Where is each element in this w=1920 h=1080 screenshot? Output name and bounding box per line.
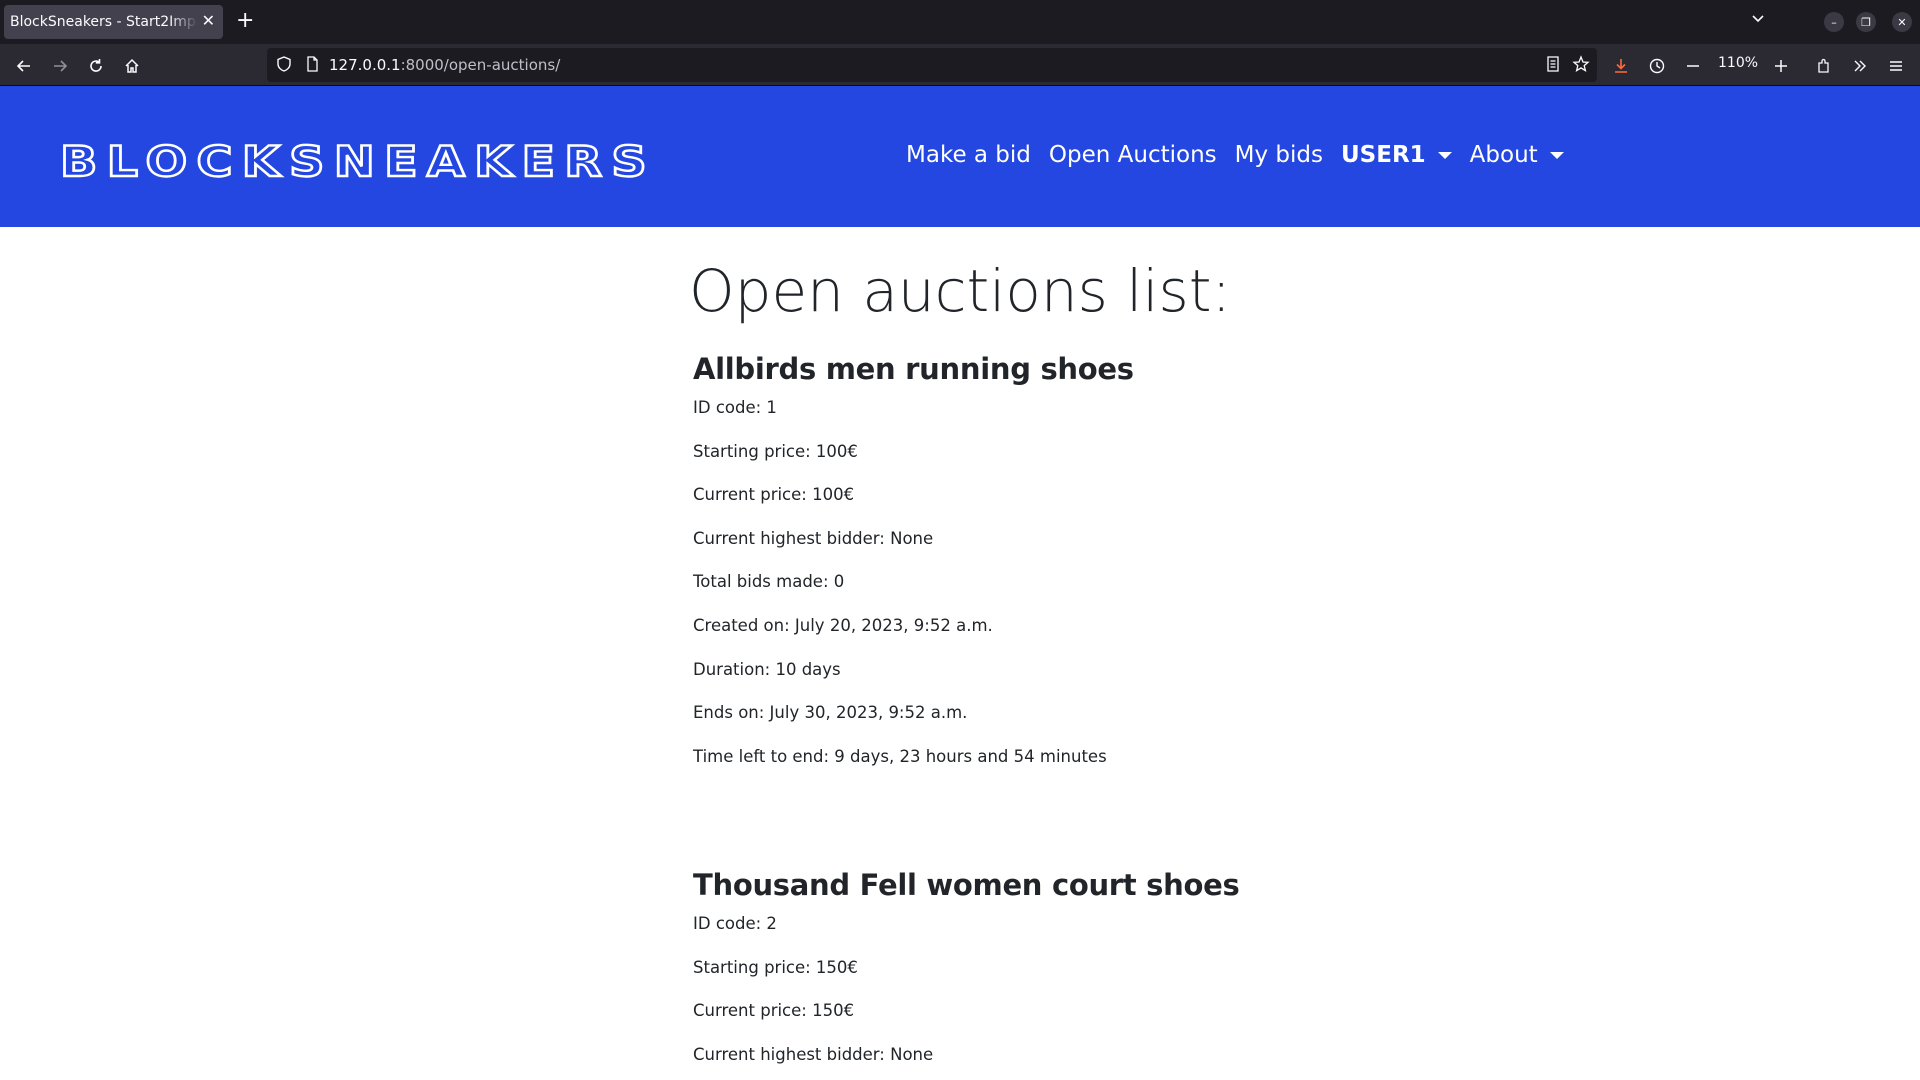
home-icon[interactable]: [118, 52, 146, 80]
url-bar[interactable]: 127.0.0.1:8000/open-auctions/: [267, 48, 1597, 82]
history-clock-icon[interactable]: [1643, 52, 1671, 80]
nav-about-dropdown[interactable]: About: [1470, 142, 1564, 168]
tab-title: BlockSneakers - Start2Impact: [10, 14, 198, 30]
main-nav: Make a bid Open Auctions My bids USER1 A…: [906, 142, 1582, 168]
auction-total-bids: Total bids made: 0: [693, 572, 845, 592]
shield-icon[interactable]: [275, 55, 293, 77]
back-arrow-icon[interactable]: [10, 52, 38, 80]
nav-my-bids[interactable]: My bids: [1235, 142, 1323, 168]
auction-id: ID code: 1: [693, 398, 777, 417]
nav-make-bid[interactable]: Make a bid: [906, 142, 1031, 168]
auction-card: Thousand Fell women court shoes ID code:…: [693, 868, 1493, 1080]
caret-down-icon: [1437, 152, 1452, 159]
svg-text:BLOCKSNEAKERS: BLOCKSNEAKERS: [60, 138, 656, 184]
site-logo[interactable]: BLOCKSNEAKERS: [59, 136, 660, 188]
forward-arrow-icon[interactable]: [46, 52, 74, 80]
chevron-down-icon[interactable]: [1750, 10, 1766, 30]
auction-name: Allbirds men running shoes: [693, 352, 1134, 386]
new-tab-icon[interactable]: +: [236, 8, 254, 34]
url-host: 127.0.0.1: [329, 56, 401, 74]
auction-time-left: Time left to end: 9 days, 23 hours and 5…: [693, 746, 1107, 766]
nav-user-dropdown[interactable]: USER1: [1341, 142, 1452, 168]
auction-duration: Duration: 10 days: [693, 659, 841, 679]
main-content: Open auctions list: Allbirds men running…: [0, 227, 1920, 1080]
zoom-level[interactable]: 110%: [1718, 55, 1758, 71]
caret-down-icon: [1549, 152, 1564, 159]
auction-current-price: Current price: 150€: [693, 1001, 855, 1021]
browser-toolbar: 127.0.0.1:8000/open-auctions/ 110%: [0, 44, 1920, 86]
minimize-window-icon[interactable]: –: [1824, 12, 1844, 32]
auction-created: Created on: July 20, 2023, 9:52 a.m.: [693, 615, 993, 635]
page-title: Open auctions list:: [688, 257, 1232, 325]
browser-tab[interactable]: BlockSneakers - Start2Impact ✕: [4, 5, 223, 39]
auction-ends: Ends on: July 30, 2023, 9:52 a.m.: [693, 703, 968, 723]
hamburger-menu-icon[interactable]: [1882, 52, 1910, 80]
extensions-icon[interactable]: [1810, 52, 1838, 80]
close-window-icon[interactable]: ✕: [1892, 12, 1912, 32]
close-tab-icon[interactable]: ✕: [202, 11, 215, 30]
auction-name: Thousand Fell women court shoes: [693, 868, 1240, 902]
nav-open-auctions[interactable]: Open Auctions: [1049, 142, 1217, 168]
overflow-menu-icon[interactable]: [1846, 52, 1874, 80]
browser-tab-strip: BlockSneakers - Start2Impact ✕ + – ❐ ✕: [0, 0, 1920, 44]
site-header: BLOCKSNEAKERS Make a bid Open Auctions M…: [0, 86, 1920, 227]
auction-current-price: Current price: 100€: [693, 485, 855, 505]
url-text[interactable]: 127.0.0.1:8000/open-auctions/: [329, 56, 560, 74]
reload-icon[interactable]: [82, 52, 110, 80]
download-icon[interactable]: [1607, 52, 1635, 80]
nav-about-label: About: [1469, 142, 1538, 168]
auction-highest-bidder: Current highest bidder: None: [693, 1044, 934, 1064]
zoom-in-icon[interactable]: [1767, 52, 1795, 80]
bookmark-star-icon[interactable]: [1572, 55, 1590, 77]
page-info-icon[interactable]: [303, 55, 321, 77]
logo-text: BLOCKSNEAKERS: [59, 136, 656, 187]
restore-window-icon[interactable]: ❐: [1856, 12, 1876, 32]
auction-card: Allbirds men running shoes ID code: 1 St…: [693, 352, 1493, 788]
auction-starting-price: Starting price: 150€: [693, 957, 858, 977]
url-path: :8000/open-auctions/: [400, 56, 561, 74]
auction-highest-bidder: Current highest bidder: None: [693, 528, 934, 548]
reader-view-icon[interactable]: [1544, 55, 1562, 77]
auction-id: ID code: 2: [693, 914, 777, 933]
auction-starting-price: Starting price: 100€: [693, 441, 858, 461]
zoom-out-icon[interactable]: [1679, 52, 1707, 80]
nav-user-label: USER1: [1341, 142, 1426, 168]
